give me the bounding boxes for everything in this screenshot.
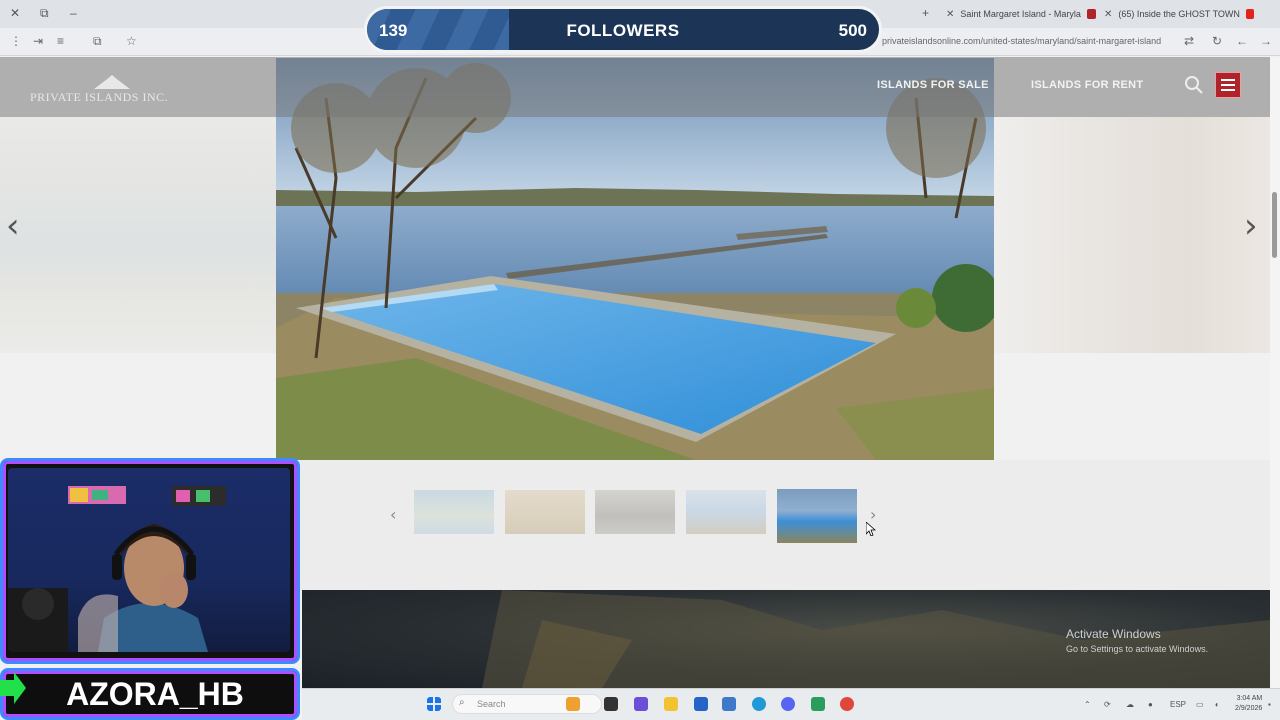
previous-photo-preview — [0, 117, 276, 353]
streaming-app-icon[interactable] — [811, 697, 825, 711]
forward-icon[interactable]: ← — [1236, 34, 1248, 48]
thumbnail-active[interactable] — [777, 489, 857, 543]
menu-hamburger-button[interactable] — [1215, 72, 1241, 98]
restore-window-icon[interactable]: ⧉ — [40, 6, 49, 21]
tray-overflow-icon[interactable]: ⌃ — [1084, 700, 1091, 709]
app-icon[interactable] — [722, 697, 736, 711]
webcam-feed — [8, 468, 290, 652]
extensions-icon[interactable]: ⧉ — [93, 34, 102, 49]
search-icon: ⌕ — [459, 697, 465, 708]
widgets-icon[interactable] — [634, 697, 648, 711]
tray-display-icon[interactable]: ▭ — [1196, 700, 1204, 709]
new-tab-icon[interactable]: + — [922, 6, 929, 20]
tab-saint-margaret[interactable]: ✕ Saint Margaret Island - Maryla — [946, 4, 1096, 24]
reading-list-icon[interactable]: ≡ — [57, 34, 64, 48]
site-logo[interactable]: PRIVATE ISLANDS INC. — [30, 90, 168, 105]
tab-label: (65) Inside the GHOST TOWN — [1118, 9, 1240, 19]
accent-shape-icon — [0, 672, 26, 704]
tray-volume-icon[interactable]: ◖ — [1214, 700, 1219, 709]
mouse-cursor-icon — [866, 522, 876, 536]
file-explorer-icon[interactable] — [664, 697, 678, 711]
tray-sync-icon[interactable]: ⟳ — [1104, 700, 1111, 709]
hamburger-line — [1221, 89, 1235, 91]
thumbnail[interactable] — [595, 490, 675, 534]
tab-settings-icon[interactable]: ⇄ — [1184, 34, 1194, 48]
previous-photo-arrow-icon[interactable]: ‹ — [6, 206, 20, 246]
reload-icon[interactable]: ↻ — [1212, 34, 1222, 48]
search-highlight-icon[interactable] — [566, 697, 580, 711]
minimize-window-icon[interactable]: – — [70, 6, 77, 20]
thumbnails-previous-icon[interactable]: ‹ — [390, 505, 396, 524]
activation-title: Activate Windows — [1066, 627, 1161, 641]
store-icon[interactable] — [694, 697, 708, 711]
clock-time: 3:04 AM — [1236, 695, 1263, 702]
page-scrollbar[interactable] — [1270, 57, 1280, 688]
windows-activation-watermark: Activate Windows Go to Settings to activ… — [1066, 627, 1208, 654]
address-bar-url[interactable]: privateislandsonline.com/united-states/m… — [882, 36, 1161, 46]
taskbar-search-placeholder: Search — [477, 699, 506, 709]
followers-goal: 500 — [838, 21, 867, 40]
clock-date: 2/9/2026 — [1235, 705, 1263, 712]
next-photo-arrow-icon[interactable]: › — [1244, 206, 1258, 246]
youtube-favicon-icon — [1245, 9, 1254, 19]
logo-mark-icon — [94, 75, 130, 89]
thumbnail[interactable] — [686, 490, 766, 534]
bookmark-star-icon[interactable]: ☆ — [126, 34, 137, 48]
windows-start-icon[interactable] — [427, 697, 441, 711]
hamburger-line — [1221, 79, 1235, 81]
streamer-name: AZORA_HB — [66, 676, 244, 712]
scrollbar-thumb[interactable] — [1272, 192, 1277, 258]
followers-goal-bar: 139 FOLLOWERS 500 — [364, 6, 882, 53]
tray-cloud-icon[interactable]: ☁ — [1126, 700, 1134, 709]
search-icon[interactable] — [1184, 75, 1204, 95]
split-view-icon[interactable]: ⇥ — [33, 34, 43, 48]
site-favicon-icon — [1086, 9, 1096, 19]
tray-mic-icon[interactable]: ● — [1148, 700, 1153, 709]
followers-label: FOLLOWERS — [566, 21, 680, 40]
discord-icon[interactable] — [781, 697, 795, 711]
taskbar-clock[interactable]: 3:04 AM 2/9/2026 — [1235, 694, 1262, 714]
chrome-browser-icon[interactable] — [840, 697, 854, 711]
task-view-icon[interactable] — [604, 697, 618, 711]
islands-for-sale-link[interactable]: ISLANDS FOR SALE — [877, 79, 989, 91]
hamburger-line — [1221, 84, 1235, 86]
close-tab-icon[interactable]: ✕ — [1104, 9, 1112, 20]
main-gallery-photo[interactable] — [276, 58, 994, 460]
close-window-icon[interactable]: ✕ — [10, 6, 20, 20]
more-options-icon[interactable]: ⋮ — [10, 34, 22, 48]
close-tab-icon[interactable]: ✕ — [946, 9, 954, 20]
notifications-icon[interactable]: ▪ — [1268, 700, 1271, 709]
keyboard-language[interactable]: ESP — [1170, 700, 1186, 709]
thumbnail[interactable] — [505, 490, 585, 534]
thumbnail[interactable] — [414, 490, 494, 534]
tab-youtube[interactable]: ✕ (65) Inside the GHOST TOWN — [1104, 4, 1254, 24]
activation-subtitle: Go to Settings to activate Windows. — [1066, 644, 1209, 654]
edge-browser-icon[interactable] — [752, 697, 766, 711]
islands-for-rent-link[interactable]: ISLANDS FOR RENT — [1031, 79, 1143, 91]
next-photo-preview — [994, 117, 1270, 353]
back-icon[interactable]: → — [1260, 34, 1272, 48]
tab-label: Saint Margaret Island - Maryla — [960, 9, 1081, 19]
